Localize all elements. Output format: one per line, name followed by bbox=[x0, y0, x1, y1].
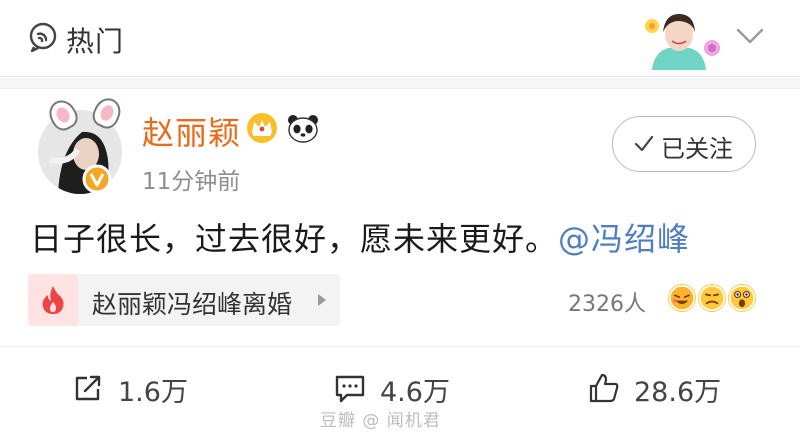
repost-button[interactable]: 1.6万 bbox=[72, 368, 202, 412]
post-time: 11分钟前 bbox=[142, 169, 241, 195]
section-divider bbox=[0, 78, 800, 89]
comment-icon bbox=[335, 375, 365, 403]
actionbar-divider bbox=[0, 346, 800, 347]
follow-label: 已关注 bbox=[661, 135, 733, 163]
triangle-right-icon bbox=[318, 294, 326, 306]
watermark: 豆瓣 @ 闻机君 bbox=[320, 411, 441, 431]
thumbs-up-icon bbox=[589, 373, 619, 403]
like-button[interactable]: 28.6万 bbox=[588, 368, 728, 412]
hot-circle-icon[interactable] bbox=[28, 22, 58, 52]
repost-count: 1.6万 bbox=[118, 377, 188, 408]
sad-emoji-icon bbox=[696, 282, 728, 314]
verified-badge-icon bbox=[82, 164, 112, 194]
panda-icon[interactable] bbox=[286, 112, 320, 144]
author-avatar[interactable] bbox=[30, 93, 130, 198]
follow-button[interactable]: 已关注 bbox=[612, 116, 756, 172]
post-body: 日子很长，过去很好，愿未来更好。 bbox=[30, 220, 559, 258]
chevron-down-icon[interactable] bbox=[734, 24, 766, 48]
topic-icon-box bbox=[28, 274, 78, 326]
fire-icon bbox=[42, 286, 64, 314]
surprised-emoji-icon bbox=[726, 282, 758, 314]
post-text: 日子很长，过去很好，愿未来更好。@冯绍峰 bbox=[30, 214, 690, 260]
topic-tag[interactable]: 赵丽颖冯绍峰离婚 bbox=[28, 274, 340, 326]
reader-count: 2326人 bbox=[568, 292, 646, 317]
header-avatar[interactable] bbox=[632, 8, 726, 70]
topic-label: 赵丽颖冯绍峰离婚 bbox=[92, 290, 293, 319]
page-title: 热门 bbox=[66, 25, 125, 58]
top-header: 热门 bbox=[0, 0, 800, 77]
author-name[interactable]: 赵丽颖 bbox=[142, 108, 241, 154]
mention-link[interactable]: @冯绍峰 bbox=[558, 220, 690, 258]
checkmark-icon bbox=[634, 135, 654, 152]
crown-icon[interactable] bbox=[246, 112, 278, 144]
like-count: 28.6万 bbox=[634, 377, 722, 408]
repost-icon bbox=[75, 375, 101, 401]
comment-count: 4.6万 bbox=[380, 377, 450, 408]
laughing-emoji-icon bbox=[666, 282, 698, 314]
